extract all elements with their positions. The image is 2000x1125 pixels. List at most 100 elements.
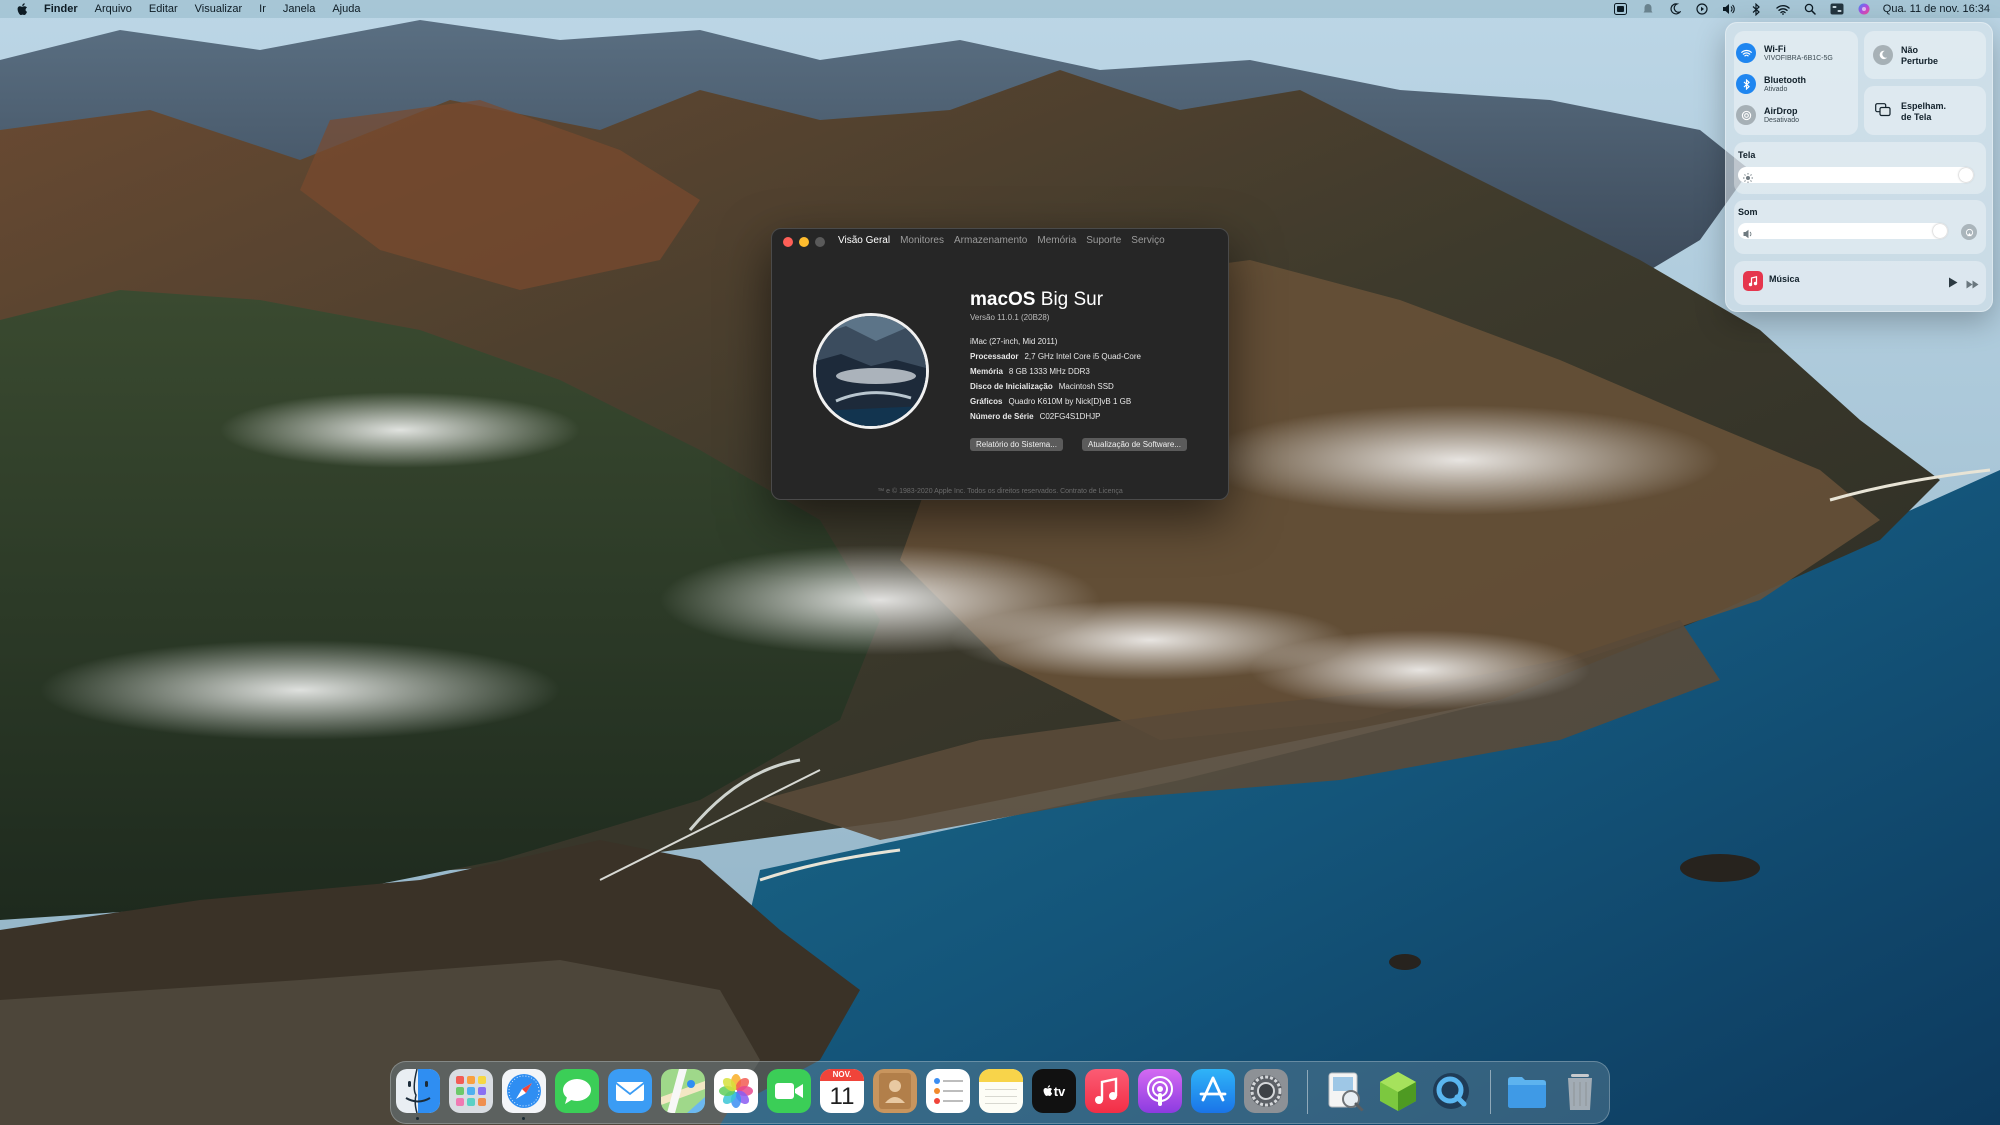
- minimize-button[interactable]: [799, 237, 809, 247]
- desktop-wallpaper: [0, 0, 2000, 1125]
- dock-separator: [1490, 1070, 1491, 1114]
- search-icon[interactable]: [1803, 2, 1817, 16]
- siri-icon[interactable]: [1857, 2, 1871, 16]
- software-update-button[interactable]: Atualização de Software...: [1082, 438, 1187, 451]
- bluetooth-title: Bluetooth: [1764, 74, 1806, 85]
- screen-mirroring-toggle[interactable]: Espelham. de Tela: [1864, 86, 1986, 135]
- sound-slider-knob[interactable]: [1933, 224, 1947, 238]
- do-not-disturb-toggle[interactable]: Não Perturbe: [1864, 31, 1986, 79]
- wifi-title: Wi-Fi: [1764, 43, 1786, 54]
- contacts-icon[interactable]: [873, 1069, 917, 1113]
- close-button[interactable]: [783, 237, 793, 247]
- airdrop-status: Desativado: [1764, 116, 1800, 124]
- window-titlebar[interactable]: Visão Geral Monitores Armazenamento Memó…: [772, 229, 1228, 255]
- menubar-clock[interactable]: Qua. 11 de nov. 16:34: [1883, 3, 1990, 15]
- os-version: Versão 11.0.1 (20B28): [970, 313, 1050, 322]
- music-icon: [1743, 271, 1763, 291]
- menu-janela[interactable]: Janela: [283, 3, 315, 15]
- os-title: macOS Big Sur: [970, 289, 1103, 311]
- bluetooth-icon: [1736, 74, 1756, 94]
- music-icon[interactable]: [1085, 1069, 1129, 1113]
- reminders-icon[interactable]: [926, 1069, 970, 1113]
- sound-volume-slider[interactable]: [1738, 223, 1948, 239]
- menu-app-finder[interactable]: Finder: [44, 3, 78, 15]
- bluetooth-status: Ativado: [1764, 85, 1788, 93]
- cube-app-icon[interactable]: [1376, 1069, 1420, 1113]
- mail-icon[interactable]: [608, 1069, 652, 1113]
- finder-icon[interactable]: [396, 1069, 440, 1113]
- facetime-icon[interactable]: [767, 1069, 811, 1113]
- macos-logo-icon: [813, 313, 929, 429]
- menu-visualizar[interactable]: Visualizar: [195, 3, 243, 15]
- airplay-audio-icon[interactable]: [1961, 224, 1977, 240]
- quicktime-icon[interactable]: [1429, 1069, 1473, 1113]
- finder-running-indicator: [416, 1117, 419, 1120]
- launchpad-icon[interactable]: [449, 1069, 493, 1113]
- screen-mirroring-icon: [1875, 103, 1891, 122]
- control-center-panel: Wi-Fi VIVOFIBRA-6B1C-5G Bluetooth Ativad…: [1725, 22, 1993, 312]
- tab-servico[interactable]: Serviço: [1131, 235, 1164, 246]
- apple-tv-icon[interactable]: tv: [1032, 1069, 1076, 1113]
- wifi-toggle[interactable]: Wi-Fi VIVOFIBRA-6B1C-5G: [1736, 43, 1833, 63]
- zoom-button: [815, 237, 825, 247]
- about-this-mac-window: Visão Geral Monitores Armazenamento Memó…: [771, 228, 1229, 500]
- dnd-label-line1: Não: [1901, 45, 1919, 55]
- tab-bar: Visão Geral Monitores Armazenamento Memó…: [838, 235, 1175, 246]
- mirroring-label-line2: de Tela: [1901, 112, 1932, 122]
- menu-arquivo[interactable]: Arquivo: [95, 3, 132, 15]
- wifi-icon: [1736, 43, 1756, 63]
- tab-memoria[interactable]: Memória: [1037, 235, 1076, 246]
- spec-graphics: Gráficos Quadro K610M by Nick[D]vB 1 GB: [970, 397, 1132, 406]
- play-circle-icon[interactable]: [1695, 2, 1709, 16]
- dnd-label-line2: Perturbe: [1901, 56, 1939, 66]
- menu-ir[interactable]: Ir: [259, 3, 266, 15]
- fast-forward-icon[interactable]: [1966, 276, 1979, 294]
- safari-running-indicator: [522, 1117, 525, 1120]
- control-center-icon[interactable]: [1830, 2, 1844, 16]
- wifi-icon[interactable]: [1776, 2, 1790, 16]
- display-brightness-slider[interactable]: [1738, 167, 1974, 183]
- sun-icon: [1743, 170, 1753, 188]
- wifi-network-name: VIVOFIBRA-6B1C-5G: [1764, 54, 1833, 62]
- moon-icon: [1873, 45, 1893, 65]
- bluetooth-toggle[interactable]: Bluetooth Ativado: [1736, 74, 1806, 94]
- tab-suporte[interactable]: Suporte: [1086, 235, 1121, 246]
- maps-icon[interactable]: [661, 1069, 705, 1113]
- downloads-folder-icon[interactable]: [1505, 1069, 1549, 1113]
- safari-icon[interactable]: [502, 1069, 546, 1113]
- app-store-icon[interactable]: [1191, 1069, 1235, 1113]
- menu-ajuda[interactable]: Ajuda: [332, 3, 360, 15]
- play-icon[interactable]: [1948, 275, 1958, 293]
- notification-icon[interactable]: [1641, 2, 1655, 16]
- moon-icon[interactable]: [1668, 2, 1682, 16]
- apple-tv-label: tv: [1053, 1083, 1066, 1099]
- apple-logo-icon[interactable]: [14, 2, 30, 16]
- airdrop-toggle[interactable]: AirDrop Desativado: [1736, 105, 1799, 125]
- podcasts-icon[interactable]: [1138, 1069, 1182, 1113]
- tab-armazenamento[interactable]: Armazenamento: [954, 235, 1027, 246]
- bluetooth-icon[interactable]: [1749, 2, 1763, 16]
- system-preferences-icon[interactable]: [1244, 1069, 1288, 1113]
- menu-editar[interactable]: Editar: [149, 3, 178, 15]
- tab-visao-geral[interactable]: Visão Geral: [838, 235, 890, 246]
- mac-model: iMac (27-inch, Mid 2011): [970, 337, 1058, 346]
- tab-monitores[interactable]: Monitores: [900, 235, 944, 246]
- preview-icon[interactable]: [1323, 1069, 1367, 1113]
- system-report-button[interactable]: Relatório do Sistema...: [970, 438, 1063, 451]
- volume-icon[interactable]: [1722, 2, 1736, 16]
- display-slider-knob[interactable]: [1959, 168, 1973, 182]
- siri-keyboard-icon[interactable]: [1614, 2, 1628, 16]
- spec-processor: Processador 2,7 GHz Intel Core i5 Quad-Co…: [970, 352, 1141, 361]
- notes-icon[interactable]: [979, 1069, 1023, 1113]
- spec-memory: Memória 8 GB 1333 MHz DDR3: [970, 367, 1090, 376]
- sound-label: Som: [1738, 207, 1758, 217]
- spec-startup-disk: Disco de Inicialização Macintosh SSD: [970, 382, 1114, 391]
- trash-icon[interactable]: [1558, 1069, 1602, 1113]
- calendar-icon[interactable]: NOV. 11: [820, 1069, 864, 1113]
- messages-icon[interactable]: [555, 1069, 599, 1113]
- photos-icon[interactable]: [714, 1069, 758, 1113]
- calendar-month: NOV.: [820, 1069, 864, 1081]
- dock-separator: [1307, 1070, 1308, 1114]
- menu-bar: Finder Arquivo Editar Visualizar Ir Jane…: [0, 0, 2000, 18]
- display-label: Tela: [1738, 150, 1756, 160]
